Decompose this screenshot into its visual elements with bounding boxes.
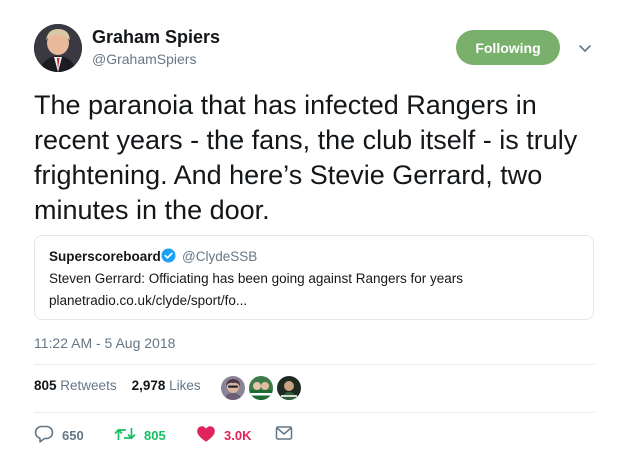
- quoted-author-handle: @ClydeSSB: [182, 249, 258, 264]
- likes-count: 2,978: [131, 378, 166, 393]
- engagement-stats: 805 Retweets 2,978 Likes: [34, 378, 201, 393]
- retweets-count: 805: [34, 378, 57, 393]
- retweet-button[interactable]: 805: [114, 425, 166, 446]
- reply-icon: [34, 425, 62, 446]
- divider: [34, 364, 595, 365]
- tweet-text: The paranoia that has infected Rangers i…: [34, 90, 578, 225]
- verified-badge-icon: [161, 248, 176, 263]
- quoted-tweet-text: Steven Gerrard: Officiating has been goi…: [49, 271, 463, 286]
- direct-message-button[interactable]: [275, 425, 301, 444]
- likes-stat[interactable]: 2,978 Likes: [132, 378, 201, 393]
- author-name[interactable]: Graham Spiers: [92, 27, 220, 48]
- like-count: 3.0K: [224, 428, 252, 443]
- envelope-icon: [275, 425, 301, 444]
- quoted-author-name: Superscoreboard: [49, 249, 161, 264]
- retweets-stat[interactable]: 805 Retweets: [34, 378, 117, 393]
- likes-label: Likes: [169, 378, 201, 393]
- quoted-tweet[interactable]: Superscoreboard @ClydeSSB Steven Gerrard…: [34, 235, 594, 320]
- author-avatar[interactable]: [34, 24, 82, 72]
- heart-icon: [196, 425, 224, 446]
- retweets-label: Retweets: [60, 378, 117, 393]
- chevron-down-icon[interactable]: [577, 40, 593, 56]
- reply-count: 650: [62, 428, 84, 443]
- divider: [34, 412, 595, 413]
- liker-avatar[interactable]: [220, 375, 246, 401]
- retweet-icon: [114, 425, 144, 446]
- tweet-timestamp[interactable]: 11:22 AM - 5 Aug 2018: [34, 335, 175, 351]
- reply-button[interactable]: 650: [34, 425, 84, 446]
- liker-avatar[interactable]: [248, 375, 274, 401]
- author-handle[interactable]: @GrahamSpiers: [92, 51, 196, 67]
- following-button[interactable]: Following: [456, 30, 560, 65]
- like-button[interactable]: 3.0K: [196, 425, 251, 446]
- quoted-tweet-link[interactable]: planetradio.co.uk/clyde/sport/fo...: [49, 293, 247, 308]
- liker-avatar[interactable]: [276, 375, 302, 401]
- retweet-count: 805: [144, 428, 166, 443]
